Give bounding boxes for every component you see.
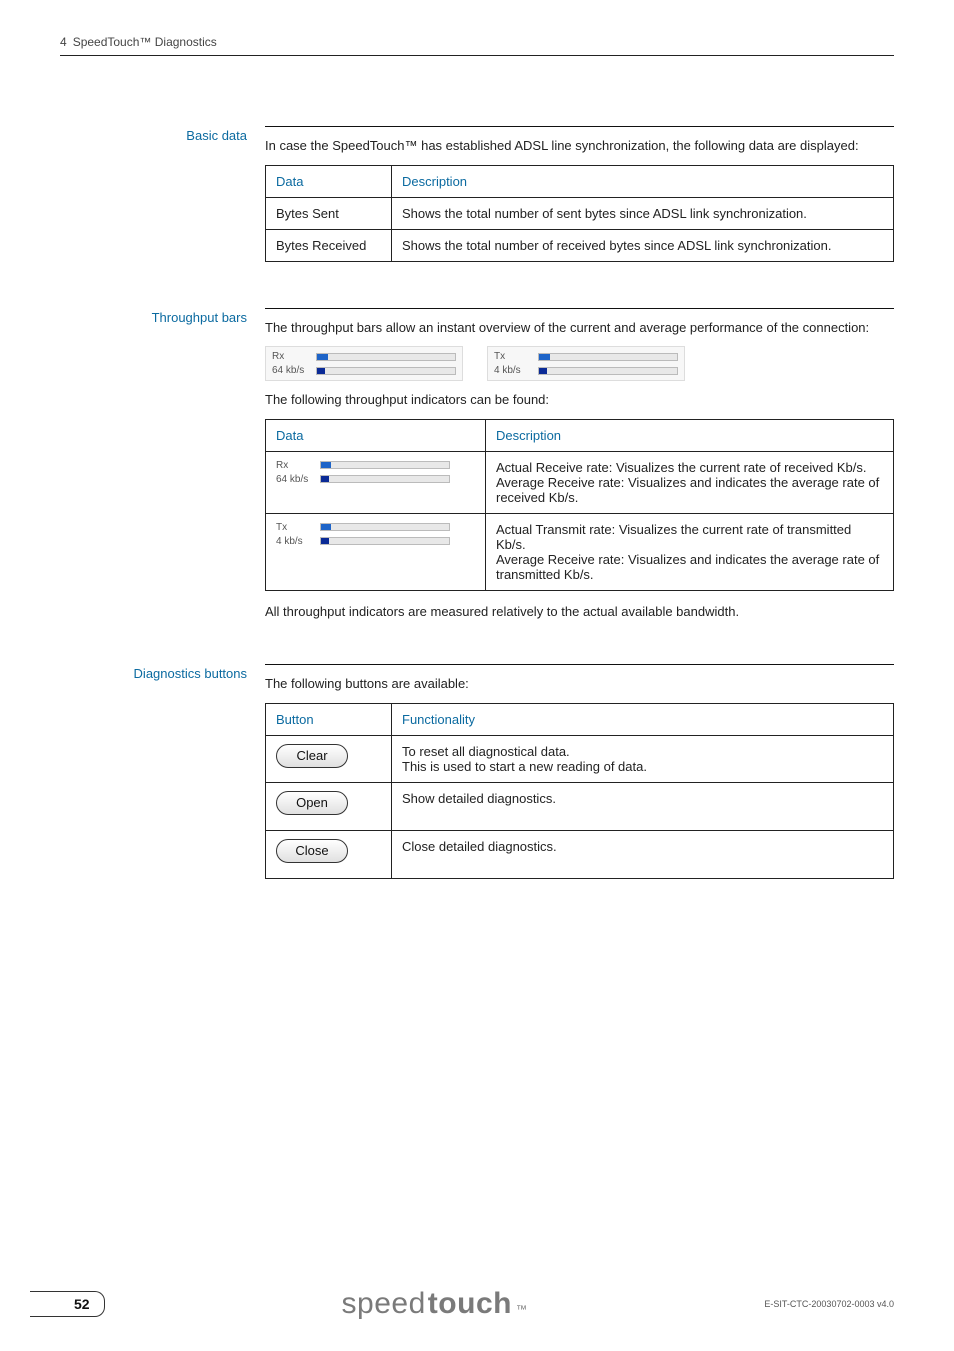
cell-data: Bytes Sent	[266, 197, 392, 229]
open-button[interactable]: Open	[276, 791, 348, 815]
col-header-functionality: Functionality	[392, 703, 894, 735]
chapter-title: SpeedTouch™ Diagnostics	[73, 35, 217, 49]
rx-avg-bar	[320, 475, 450, 483]
table-header-row: Button Functionality	[266, 703, 894, 735]
rx-label: Rx	[276, 460, 314, 471]
col-header-description: Description	[486, 419, 894, 451]
col-header-data: Data	[266, 165, 392, 197]
table-row: Bytes Received Shows the total number of…	[266, 229, 894, 261]
table-header-row: Data Description	[266, 165, 894, 197]
tx-label: Tx	[494, 351, 532, 362]
throughput-note: All throughput indicators are measured r…	[265, 603, 894, 621]
speedtouch-logo: speedtouch ™	[342, 1287, 528, 1321]
cell-data: Bytes Received	[266, 229, 392, 261]
page-footer: 52 speedtouch ™ E-SIT-CTC-20030702-0003 v…	[60, 1287, 894, 1321]
tx-bar-group: Tx 4 kb/s	[487, 346, 685, 381]
close-button[interactable]: Close	[276, 839, 348, 863]
rx-rate-label: 64 kb/s	[276, 474, 314, 485]
cell-desc: Shows the total number of sent bytes sin…	[392, 197, 894, 229]
col-header-data: Data	[266, 419, 486, 451]
header-rule	[60, 55, 894, 56]
table-row: Bytes Sent Shows the total number of sen…	[266, 197, 894, 229]
rx-label: Rx	[272, 351, 310, 362]
table-row: Rx 64 kb/s Actual Receive rate: Visualiz…	[266, 451, 894, 513]
section-throughput: Throughput bars The throughput bars allo…	[60, 308, 894, 631]
cell-button: Clear	[266, 735, 392, 782]
rx-rate-label: 64 kb/s	[272, 365, 310, 376]
section-rule	[265, 664, 894, 665]
table-row: Open Show detailed diagnostics.	[266, 782, 894, 830]
tx-rate-label: 4 kb/s	[276, 536, 314, 547]
chapter-number: 4	[60, 35, 67, 49]
rx-bar-group: Rx 64 kb/s	[265, 346, 463, 381]
table-row: Tx 4 kb/s Actual Transmit rate: Visualiz…	[266, 513, 894, 590]
cell-desc: Show detailed diagnostics.	[392, 782, 894, 830]
side-label-diag-buttons: Diagnostics buttons	[60, 664, 265, 891]
section-rule	[265, 308, 894, 309]
throughput-mid: The following throughput indicators can …	[265, 391, 894, 409]
throughput-table: Data Description Rx 64 kb/s	[265, 419, 894, 591]
table-header-row: Data Description	[266, 419, 894, 451]
logo-light: speed	[342, 1287, 426, 1321]
side-label-throughput: Throughput bars	[60, 308, 265, 631]
tx-rate-label: 4 kb/s	[494, 365, 532, 376]
cell-desc: Shows the total number of received bytes…	[392, 229, 894, 261]
cell-desc: Actual Transmit rate: Visualizes the cur…	[486, 513, 894, 590]
page-number: 52	[60, 1291, 105, 1317]
section-rule	[265, 126, 894, 127]
cell-button: Close	[266, 830, 392, 878]
clear-button[interactable]: Clear	[276, 744, 348, 768]
rx-actual-bar	[316, 353, 456, 361]
throughput-bars-example: Rx 64 kb/s Tx 4 kb/s	[265, 346, 894, 381]
section-basic-data: Basic data In case the SpeedTouch™ has e…	[60, 126, 894, 274]
tx-label: Tx	[276, 522, 314, 533]
col-header-description: Description	[392, 165, 894, 197]
cell-desc: To reset all diagnostical data. This is …	[392, 735, 894, 782]
diag-buttons-intro: The following buttons are available:	[265, 675, 894, 693]
cell-rx-bars: Rx 64 kb/s	[266, 451, 486, 513]
tx-actual-bar	[538, 353, 678, 361]
page-header: 4 SpeedTouch™ Diagnostics	[60, 35, 894, 49]
table-row: Clear To reset all diagnostical data. Th…	[266, 735, 894, 782]
basic-data-intro: In case the SpeedTouch™ has established …	[265, 137, 894, 155]
throughput-intro: The throughput bars allow an instant ove…	[265, 319, 894, 337]
table-row: Close Close detailed diagnostics.	[266, 830, 894, 878]
diag-buttons-table: Button Functionality Clear To reset all …	[265, 703, 894, 879]
section-diagnostics-buttons: Diagnostics buttons The following button…	[60, 664, 894, 891]
doc-version: E-SIT-CTC-20030702-0003 v4.0	[764, 1299, 894, 1309]
tx-avg-bar	[538, 367, 678, 375]
tx-avg-bar	[320, 537, 450, 545]
col-header-button: Button	[266, 703, 392, 735]
cell-desc: Close detailed diagnostics.	[392, 830, 894, 878]
side-label-basic-data: Basic data	[60, 126, 265, 274]
basic-data-table: Data Description Bytes Sent Shows the to…	[265, 165, 894, 262]
logo-bold: touch	[428, 1287, 512, 1321]
rx-actual-bar	[320, 461, 450, 469]
cell-desc: Actual Receive rate: Visualizes the curr…	[486, 451, 894, 513]
cell-tx-bars: Tx 4 kb/s	[266, 513, 486, 590]
logo-tm: ™	[516, 1304, 528, 1316]
rx-avg-bar	[316, 367, 456, 375]
tx-actual-bar	[320, 523, 450, 531]
cell-button: Open	[266, 782, 392, 830]
